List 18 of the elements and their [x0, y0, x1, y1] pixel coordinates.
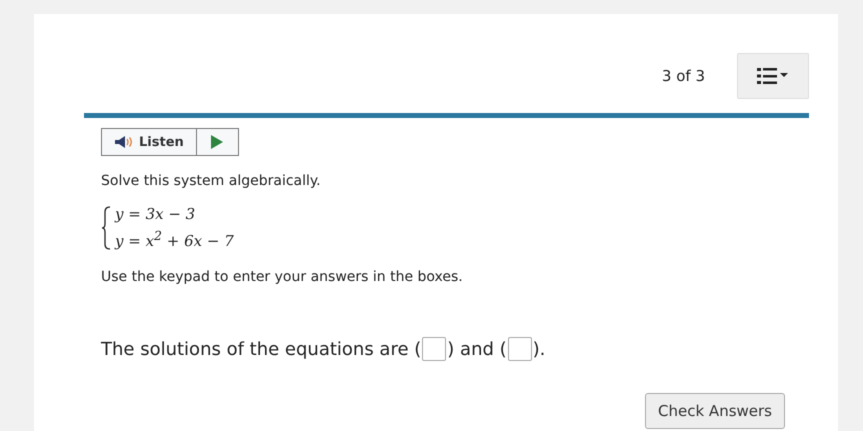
answer-text: ) and ( [447, 338, 507, 360]
speaker-icon [114, 135, 134, 149]
menu-button[interactable] [737, 53, 809, 99]
brace-icon [101, 206, 111, 250]
answer-box[interactable] [422, 337, 446, 361]
answer-text: ). [532, 338, 546, 360]
list-icon [757, 67, 789, 85]
answer-box[interactable] [508, 337, 532, 361]
instruction-text: Use the keypad to enter your answers in the boxes. [101, 269, 464, 285]
check-answers-button[interactable]: Check Answers [645, 393, 785, 429]
progress-text: 3 of 3 [662, 67, 705, 85]
play-icon [211, 135, 224, 149]
prompt-text: Solve this system algebraically. [101, 173, 322, 189]
play-button[interactable] [196, 128, 239, 156]
listen-button[interactable]: Listen [101, 128, 197, 156]
equation: y = 3x − 3 [115, 204, 196, 225]
answer-text: The solutions of the equations are ( [101, 338, 422, 360]
equation: y = x$^{2}$ + 6x − 7 [115, 227, 234, 252]
